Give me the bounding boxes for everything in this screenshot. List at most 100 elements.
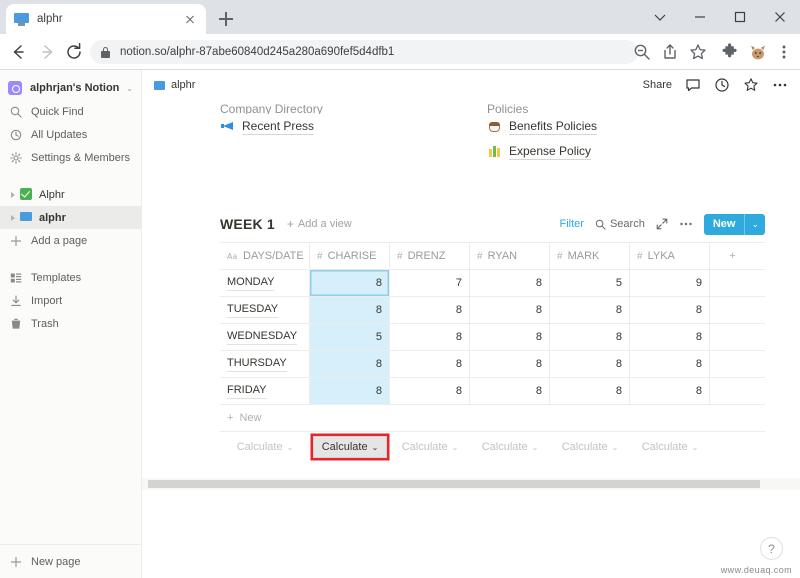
sidebar-item-settings-members[interactable]: Settings & Members	[0, 146, 141, 169]
comment-icon[interactable]	[685, 77, 701, 93]
back-arrow-icon[interactable]	[8, 42, 28, 62]
cell-value[interactable]: 8	[470, 351, 550, 377]
share-icon[interactable]	[660, 42, 680, 62]
cell-value[interactable]: 8	[310, 351, 390, 377]
chevron-down-icon[interactable]	[640, 0, 680, 34]
table-row[interactable]: FRIDAY 8 8 8 8 8	[220, 378, 765, 405]
sidebar-item-trash[interactable]: Trash	[0, 312, 141, 335]
add-row-button[interactable]: + New	[220, 405, 765, 432]
link-recent-press[interactable]: Recent Press	[220, 114, 470, 139]
horizontal-scrollbar[interactable]	[142, 478, 800, 490]
cell-value[interactable]: 8	[310, 378, 390, 404]
link-expense-policy[interactable]: Expense Policy	[487, 139, 747, 164]
cell-value[interactable]: 7	[390, 270, 470, 296]
updates-clock-icon[interactable]	[714, 77, 730, 93]
cell-value[interactable]: 8	[390, 378, 470, 404]
calculate-cell-charise[interactable]: Calculate ⌄	[312, 436, 388, 458]
calculate-cell-ryan[interactable]: Calculate ⌄	[482, 436, 539, 458]
minimize-icon[interactable]	[680, 0, 720, 34]
cell-day[interactable]: FRIDAY	[220, 378, 310, 404]
cell-value[interactable]: 8	[470, 324, 550, 350]
share-button[interactable]: Share	[643, 79, 672, 91]
close-icon[interactable]	[760, 0, 800, 34]
calculate-cell-days-date[interactable]: Calculate ⌄	[237, 436, 294, 458]
sidebar-item-quick-find[interactable]: Quick Find	[0, 100, 141, 123]
add-view-button[interactable]: + Add a view	[287, 218, 352, 231]
sidebar-page-alphr[interactable]: alphr	[0, 206, 141, 229]
cell-value[interactable]: 8	[630, 351, 710, 377]
cell-value[interactable]: 9	[630, 270, 710, 296]
cell-value[interactable]: 8	[550, 324, 630, 350]
cell-day[interactable]: TUESDAY	[220, 297, 310, 323]
expand-icon[interactable]	[656, 218, 668, 230]
extensions-puzzle-icon[interactable]	[720, 42, 740, 62]
column-header-mark[interactable]: # MARK	[550, 243, 630, 269]
help-button[interactable]: ?	[760, 537, 783, 560]
more-dots-icon[interactable]	[679, 218, 693, 230]
zoom-out-icon[interactable]	[632, 42, 652, 62]
cell-day[interactable]: MONDAY	[220, 270, 310, 296]
add-column-button[interactable]: +	[710, 243, 755, 269]
new-record-button[interactable]: New ⌄	[703, 213, 765, 235]
cell-value[interactable]: 8	[310, 297, 390, 323]
sidebar-item-import[interactable]: Import	[0, 289, 141, 312]
chrome-menu-icon[interactable]	[774, 42, 794, 62]
close-icon[interactable]	[182, 11, 198, 27]
table-row[interactable]: WEDNESDAY 5 8 8 8 8	[220, 324, 765, 351]
favorite-star-icon[interactable]	[743, 77, 759, 93]
cell-value[interactable]: 8	[630, 378, 710, 404]
cell-value[interactable]: 5	[310, 324, 390, 350]
sidebar-add-page[interactable]: Add a page	[0, 229, 141, 252]
cell-value[interactable]: 8	[470, 297, 550, 323]
column-header-days-date[interactable]: Aa DAYS/DATE	[220, 243, 310, 269]
cell-value[interactable]: 8	[390, 297, 470, 323]
cell-value[interactable]: 8	[550, 297, 630, 323]
cell-value[interactable]: 8	[630, 297, 710, 323]
column-header-charise[interactable]: # CHARISE	[310, 243, 390, 269]
sidebar-item-templates[interactable]: Templates	[0, 266, 141, 289]
cell-value[interactable]: 8	[550, 351, 630, 377]
profile-avatar-icon[interactable]	[748, 42, 768, 62]
bookmark-star-icon[interactable]	[688, 42, 708, 62]
cell-value[interactable]: 8	[550, 378, 630, 404]
calculate-cell-drenz[interactable]: Calculate ⌄	[402, 436, 459, 458]
column-header-lyka[interactable]: # LYKA	[630, 243, 710, 269]
cell-value[interactable]: 5	[550, 270, 630, 296]
search-button[interactable]: Search	[595, 218, 645, 230]
sidebar-page-alphr-capital[interactable]: Alphr	[0, 183, 141, 206]
database-title[interactable]: WEEK 1	[220, 216, 275, 232]
calculate-cell-lyka[interactable]: Calculate ⌄	[642, 436, 699, 458]
table-row[interactable]: MONDAY 8 7 8 5 9	[220, 270, 765, 297]
cell-value[interactable]: 8	[630, 324, 710, 350]
forward-arrow-icon[interactable]	[38, 42, 58, 62]
address-bar[interactable]: notion.so/alphr-87abe60840d245a280a690fe…	[90, 40, 638, 64]
cell-value[interactable]: 8	[390, 324, 470, 350]
sidebar-item-all-updates[interactable]: All Updates	[0, 123, 141, 146]
reload-icon[interactable]	[64, 42, 84, 62]
cell-value[interactable]: 8	[470, 378, 550, 404]
workspace-switcher[interactable]: alphrjan's Notion ⌄	[0, 76, 141, 100]
maximize-icon[interactable]	[720, 0, 760, 34]
link-benefits-policies[interactable]: Benefits Policies	[487, 114, 747, 139]
disclosure-triangle-icon[interactable]	[8, 214, 17, 221]
cell-value[interactable]: 8	[310, 270, 390, 296]
more-dots-icon[interactable]	[772, 77, 788, 93]
sidebar-new-page-button[interactable]: New page	[0, 544, 142, 578]
filter-button[interactable]: Filter	[560, 218, 584, 230]
cell-value[interactable]: 8	[470, 270, 550, 296]
breadcrumb[interactable]: alphr	[154, 79, 195, 91]
disclosure-triangle-icon[interactable]	[8, 191, 17, 198]
browser-tab[interactable]: alphr	[6, 4, 206, 34]
cell-value[interactable]: 8	[390, 351, 470, 377]
chevron-down-icon[interactable]: ⌄	[745, 219, 765, 230]
new-tab-icon[interactable]	[215, 8, 237, 30]
column-header-drenz[interactable]: # DRENZ	[390, 243, 470, 269]
sidebar-item-label: Settings & Members	[31, 151, 131, 164]
cell-day[interactable]: THURSDAY	[220, 351, 310, 377]
calculate-cell-mark[interactable]: Calculate ⌄	[562, 436, 619, 458]
table-row[interactable]: TUESDAY 8 8 8 8 8	[220, 297, 765, 324]
table-row[interactable]: THURSDAY 8 8 8 8 8	[220, 351, 765, 378]
scrollbar-thumb[interactable]	[148, 480, 760, 488]
column-header-ryan[interactable]: # RYAN	[470, 243, 550, 269]
cell-day[interactable]: WEDNESDAY	[220, 324, 310, 350]
